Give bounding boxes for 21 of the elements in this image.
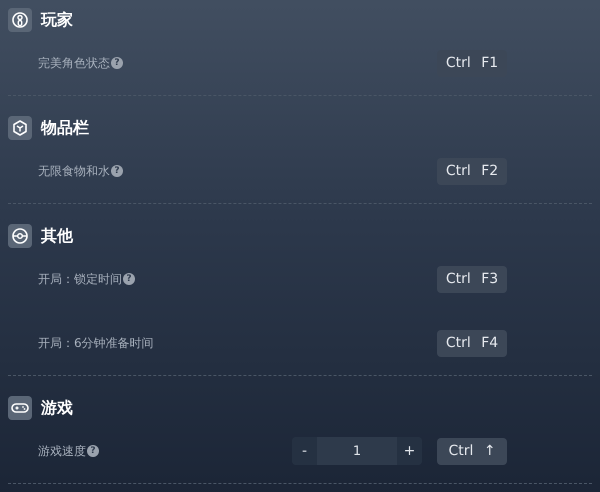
section-title: 物品栏 [41, 118, 89, 138]
section-title: 其他 [41, 226, 73, 246]
help-icon[interactable]: ? [111, 165, 123, 177]
person-icon [8, 8, 32, 32]
option-label: 开局：6分钟准备时间 [38, 334, 154, 352]
option-label: 游戏速度 [38, 442, 86, 460]
option-label: 开局：锁定时间 [38, 270, 122, 288]
cube-icon [8, 116, 32, 140]
section-title: 游戏 [41, 398, 73, 418]
help-icon[interactable]: ? [87, 445, 99, 457]
help-icon[interactable]: ? [111, 57, 123, 69]
hotkey-button[interactable]: Ctrl F2 [437, 158, 507, 184]
hotkey-button[interactable]: Ctrl ↑ [437, 438, 507, 464]
option-label: 完美角色状态 [38, 54, 110, 72]
section-title: 玩家 [41, 10, 73, 30]
hotkey-button[interactable]: Ctrl F3 [437, 266, 507, 292]
option-label: 无限食物和水 [38, 162, 110, 180]
hotkey-button[interactable]: Ctrl F4 [437, 330, 507, 356]
value-field[interactable]: 1 [317, 437, 397, 465]
help-icon[interactable]: ? [123, 273, 135, 285]
gamepad-icon [8, 396, 32, 420]
